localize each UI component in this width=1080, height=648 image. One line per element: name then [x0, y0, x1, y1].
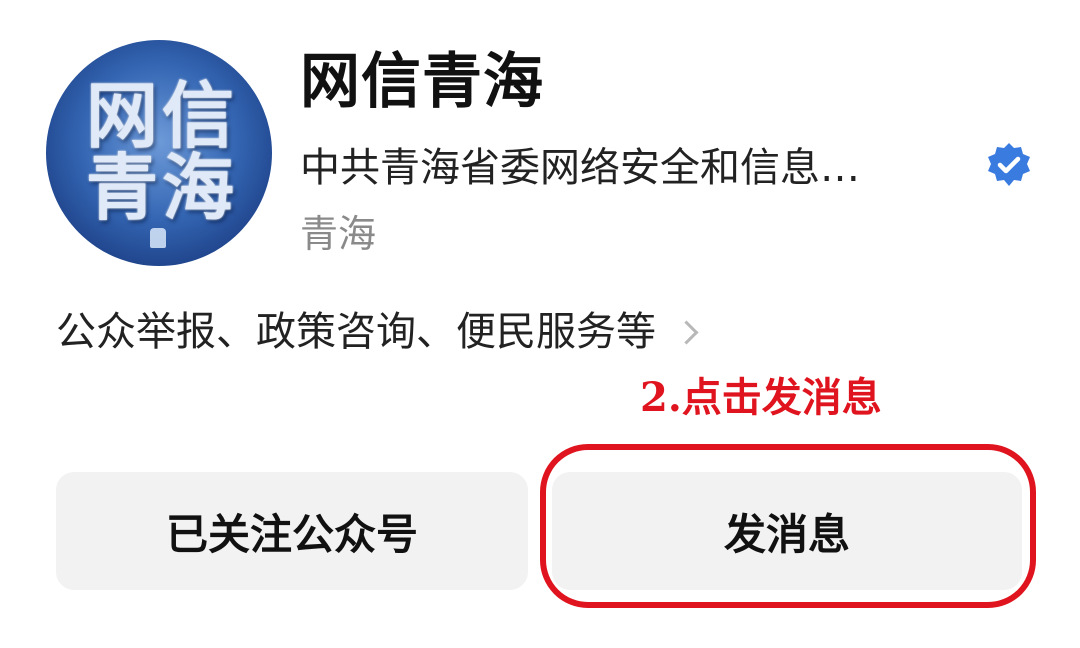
account-avatar[interactable]: 网 信 青 海 — [46, 40, 272, 266]
services-label: 公众举报、政策咨询、便民服务等 — [56, 309, 656, 355]
account-region: 青海 — [300, 212, 377, 256]
avatar-glyph: 海 — [162, 146, 235, 230]
verified-badge-icon — [988, 143, 1030, 186]
account-name: 网信青海 — [300, 47, 544, 117]
send-message-button[interactable]: 发消息 — [552, 472, 1022, 590]
chevron-right-icon — [674, 319, 699, 345]
avatar-glyph: 青 — [86, 146, 159, 230]
avatar-glyph: 网 — [86, 74, 159, 158]
account-organization: 中共青海省委网络安全和信息… — [300, 145, 860, 191]
instruction-annotation: 2.点击发消息 — [640, 374, 882, 421]
avatar-glyph: 信 — [162, 74, 235, 158]
services-link[interactable]: 公众举报、政策咨询、便民服务等 — [56, 304, 699, 360]
avatar-pin-decoration — [150, 228, 166, 248]
followed-account-button[interactable]: 已关注公众号 — [56, 472, 528, 590]
